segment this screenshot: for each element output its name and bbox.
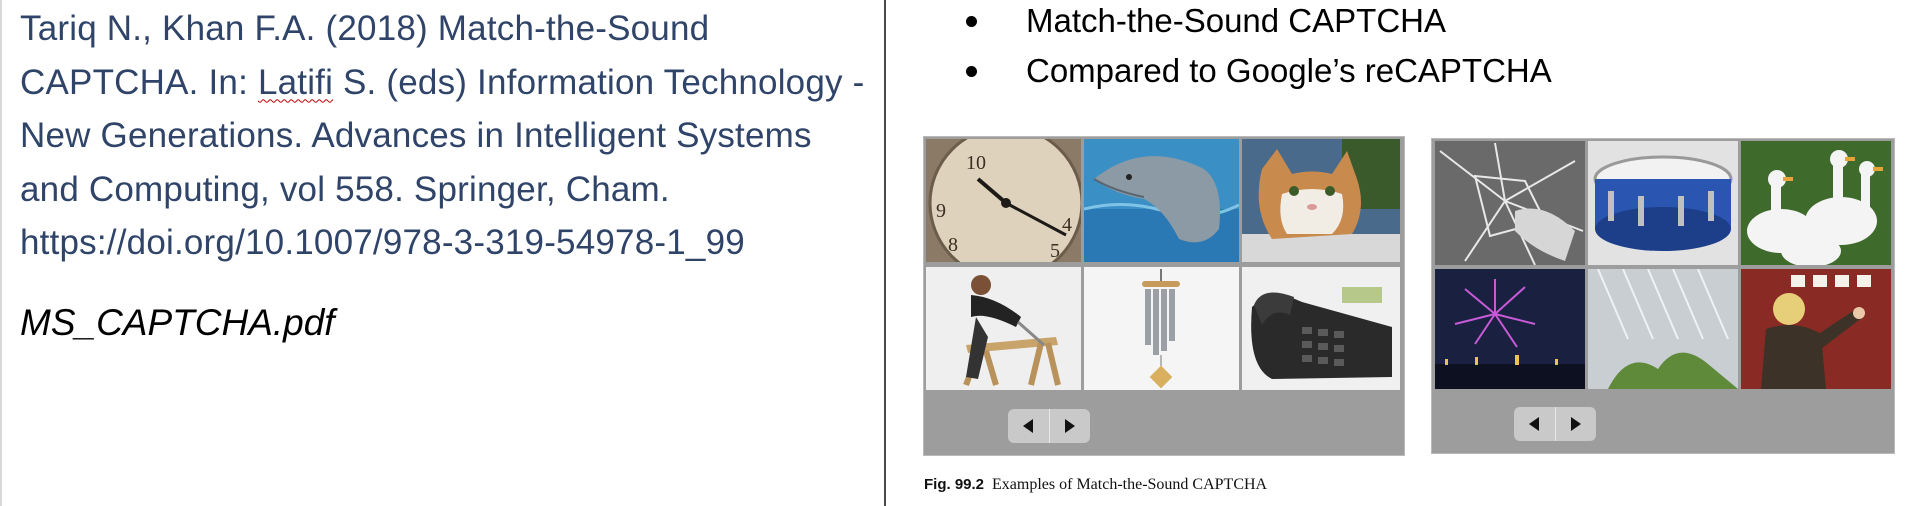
image-navigation-control[interactable] — [1008, 409, 1090, 443]
pdf-file-name[interactable]: MS_CAPTCHA.pdf — [20, 302, 335, 344]
figure-caption: Fig. 99.2 Examples of Match-the-Sound CAP… — [924, 476, 1267, 494]
previous-button[interactable] — [1008, 409, 1050, 443]
bullet-text: Match-the-Sound CAPTCHA — [1026, 2, 1446, 39]
arrow-right-icon — [1065, 419, 1075, 433]
bullet-dot-icon — [966, 16, 977, 27]
bullet-item: Match-the-Sound CAPTCHA — [960, 0, 1552, 50]
citation-cell: Tariq N., Khan F.A. (2018) Match-the-Sou… — [20, 2, 870, 270]
fireworks-image — [1435, 269, 1585, 389]
bullet-text: Compared to Google’s reCAPTCHA — [1026, 52, 1552, 89]
misspelled-author-name[interactable]: Latifi — [258, 63, 333, 102]
svg-text:8: 8 — [948, 234, 958, 256]
cat-image — [1242, 139, 1400, 262]
arrow-left-icon — [1529, 417, 1539, 431]
page-left-edge — [0, 0, 2, 506]
figure-caption-text: Examples of Match-the-Sound CAPTCHA — [992, 476, 1268, 493]
table-column-divider — [884, 0, 886, 506]
geese-image — [1741, 141, 1891, 265]
dolphin-image — [1084, 139, 1239, 262]
bullet-item: Compared to Google’s reCAPTCHA — [960, 50, 1552, 100]
telephone-image — [1242, 267, 1400, 390]
breaking-glass-image — [1435, 141, 1585, 265]
bullet-dot-icon — [966, 66, 977, 77]
figure-label: Fig. 99.2 — [924, 476, 985, 493]
bullet-list: Match-the-Sound CAPTCHA Compared to Goog… — [960, 0, 1552, 100]
arrow-right-icon — [1571, 417, 1581, 431]
svg-text:5: 5 — [1050, 240, 1060, 262]
next-button[interactable] — [1049, 409, 1090, 443]
svg-text:9: 9 — [936, 200, 946, 222]
wind-chime-image — [1084, 267, 1239, 390]
woman-knocking-door-image — [1741, 269, 1891, 389]
svg-text:10: 10 — [966, 152, 986, 174]
rain-image — [1588, 269, 1738, 389]
man-sawing-wood-image — [926, 267, 1081, 390]
arrow-left-icon — [1023, 419, 1033, 433]
citation-doi[interactable]: https://doi.org/10.1007/978-3-319-54978-… — [20, 223, 745, 262]
clock-image: 9 8 10 4 5 — [926, 139, 1081, 262]
captcha-panel-2 — [1431, 138, 1895, 454]
drum-image — [1588, 141, 1738, 265]
previous-button[interactable] — [1514, 407, 1556, 441]
captcha-panel-1: 9 8 10 4 5 — [923, 136, 1405, 456]
image-navigation-control[interactable] — [1514, 407, 1596, 441]
citation-text: Tariq N., Khan F.A. (2018) Match-the-Sou… — [20, 2, 870, 270]
next-button[interactable] — [1555, 407, 1596, 441]
